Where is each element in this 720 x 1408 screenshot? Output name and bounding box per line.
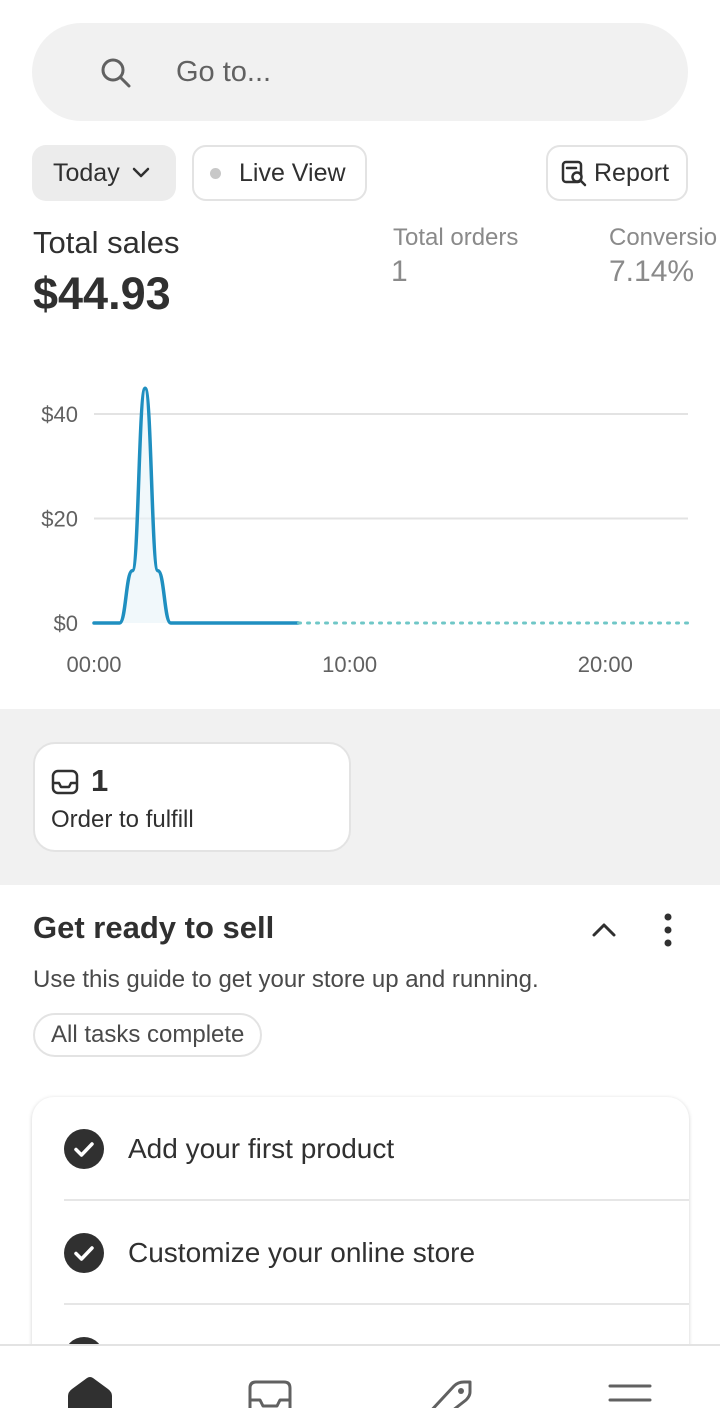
total-sales-value: $44.93 [33,268,171,319]
check-circle-icon [64,1233,104,1273]
report-search-icon [561,160,587,187]
tasks-complete-badge: All tasks complete [33,1013,263,1057]
tasks-complete-label: All tasks complete [51,1021,245,1048]
check-circle-icon [64,1129,104,1169]
task-item[interactable]: Add your first product [32,1097,689,1201]
chart-y-ticks: $0 $20 $40 [41,402,78,636]
task-item[interactable]: Customize your online store [32,1201,689,1305]
date-range-button[interactable]: Today [32,145,176,201]
x-tick-label: 20:00 [578,652,633,677]
chevron-down-icon [132,167,149,178]
task-label: Customize your online store [128,1237,476,1268]
search-bar[interactable] [32,23,688,121]
series-line [92,386,301,625]
chevron-up-icon[interactable] [588,914,620,946]
live-view-label: Live View [239,158,346,187]
live-view-button[interactable]: Live View [192,145,367,201]
chart-x-ticks: 00:00 10:00 20:00 [66,652,632,677]
total-sales-label[interactable]: Total sales [33,225,179,261]
report-button[interactable]: Report [546,145,688,201]
orders-icon[interactable] [240,1374,300,1408]
chart-gridlines [94,413,688,520]
total-orders-label[interactable]: Total orders [393,224,518,252]
x-tick-label: 10:00 [322,652,377,677]
bottom-navigation [0,1344,720,1408]
date-range-label: Today [53,158,120,187]
sales-chart: $0 $20 $40 00:00 10:00 20:00 [41,386,690,677]
y-tick-label: $0 [54,611,78,636]
fulfill-label: Order to fulfill [51,806,194,833]
tag-icon[interactable] [420,1374,480,1408]
setup-guide-title: Get ready to sell [33,910,275,945]
home-icon[interactable] [60,1374,120,1408]
y-tick-label: $40 [41,402,78,427]
search-icon [101,58,131,88]
chart-series [92,386,690,625]
inbox-icon [51,769,79,795]
task-label: Add your first product [128,1133,395,1164]
series-area [94,388,299,623]
live-status-dot [210,167,221,179]
setup-guide-description: Use this guide to get your store up and … [33,966,539,993]
y-tick-label: $20 [41,507,78,532]
orders-to-fulfill-card[interactable]: 1 Order to fulfill [33,742,351,852]
conversion-rate-label[interactable]: Conversio [609,224,717,252]
fulfill-count: 1 [91,763,109,798]
conversion-rate-value: 7.14% [609,255,695,288]
total-orders-value: 1 [391,255,408,288]
search-input[interactable] [176,51,656,93]
report-label: Report [594,158,670,187]
menu-icon[interactable] [600,1374,660,1408]
x-tick-label: 00:00 [66,652,121,677]
more-options-icon[interactable] [656,910,680,950]
